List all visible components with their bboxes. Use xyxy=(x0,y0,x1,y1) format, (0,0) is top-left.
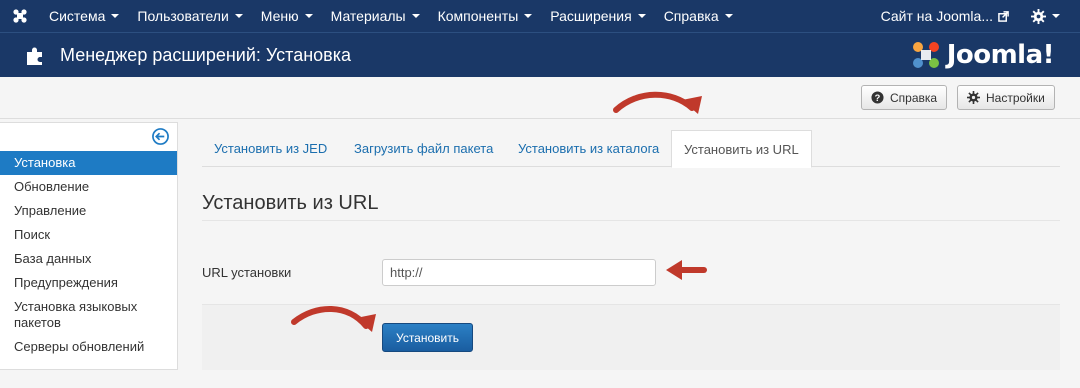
caret-down-icon xyxy=(304,14,313,18)
menu-system[interactable]: Система xyxy=(40,0,128,32)
sidebar-item-install[interactable]: Установка xyxy=(0,151,177,175)
annotation-arrow-icon xyxy=(666,260,707,280)
tab-install-from-url[interactable]: Установить из URL xyxy=(671,130,812,168)
site-link[interactable]: Сайт на Joomla... xyxy=(871,8,1019,24)
puzzle-icon xyxy=(27,47,42,65)
joomla-brand-logo: Joomla! xyxy=(909,38,1055,72)
external-link-icon xyxy=(998,10,1009,22)
caret-down-icon xyxy=(724,14,733,18)
caret-down-icon xyxy=(524,14,533,18)
options-button[interactable]: Настройки xyxy=(957,85,1055,110)
menu-extensions[interactable]: Расширения xyxy=(541,0,654,32)
menu-components[interactable]: Компоненты xyxy=(429,0,542,32)
page-title: Менеджер расширений: Установка xyxy=(60,44,351,65)
install-tabs: Установить из JED Загрузить файл пакета … xyxy=(202,130,1060,168)
joomla-logo-icon[interactable] xyxy=(0,0,40,32)
annotation-arrow-icon xyxy=(613,91,702,114)
menu-menus[interactable]: Меню xyxy=(252,0,322,32)
caret-down-icon xyxy=(234,14,243,18)
navbar-right: Сайт на Joomla... xyxy=(871,0,1080,32)
install-button[interactable]: Установить xyxy=(382,323,473,352)
caret-down-icon xyxy=(411,14,420,18)
tab-upload-package[interactable]: Загрузить файл пакета xyxy=(342,130,505,167)
menu-help[interactable]: Справка xyxy=(655,0,742,32)
main-content: Установить из JED Загрузить файл пакета … xyxy=(202,122,1060,388)
sidebar-item-manage[interactable]: Управление xyxy=(0,199,177,223)
sidebar-items: Установка Обновление Управление Поиск Ба… xyxy=(0,151,177,359)
caret-down-icon xyxy=(637,14,646,18)
sidebar-item-update-sites[interactable]: Серверы обновлений xyxy=(0,335,177,359)
sidebar-item-install-languages[interactable]: Установка языковых пакетов xyxy=(0,295,177,335)
menu-users[interactable]: Пользователи xyxy=(128,0,251,32)
tab-install-from-folder[interactable]: Установить из каталога xyxy=(506,130,671,167)
help-button[interactable]: ? Справка xyxy=(861,85,948,110)
sidebar-toggle[interactable] xyxy=(152,128,169,148)
sidebar-item-database[interactable]: База данных xyxy=(0,247,177,271)
user-settings-menu[interactable] xyxy=(1019,8,1080,24)
annotation-arrow-icon xyxy=(291,306,376,332)
gear-icon xyxy=(967,91,980,104)
section-title: Установить из URL xyxy=(202,192,379,214)
toolbar: ? Справка Настройки xyxy=(0,77,1080,119)
tab-install-from-jed[interactable]: Установить из JED xyxy=(202,130,339,167)
top-navbar: Система Пользователи Меню Материалы Комп… xyxy=(0,0,1080,32)
brand-text: Joomla! xyxy=(946,40,1055,70)
url-field-label: URL установки xyxy=(202,265,292,280)
page-header: Менеджер расширений: Установка Joomla! xyxy=(0,32,1080,77)
caret-down-icon xyxy=(111,14,120,18)
gear-icon xyxy=(1031,8,1046,24)
question-icon: ? xyxy=(871,91,884,104)
joomla-icon xyxy=(912,42,939,68)
url-input[interactable] xyxy=(382,259,656,286)
arrow-left-circle-icon xyxy=(152,128,169,145)
sidebar: Установка Обновление Управление Поиск Ба… xyxy=(0,122,178,370)
main-menu: Система Пользователи Меню Материалы Комп… xyxy=(40,0,742,32)
sidebar-item-warnings[interactable]: Предупреждения xyxy=(0,271,177,295)
divider xyxy=(202,220,1060,221)
caret-down-icon xyxy=(1052,14,1060,18)
sidebar-item-update[interactable]: Обновление xyxy=(0,175,177,199)
menu-content[interactable]: Материалы xyxy=(322,0,429,32)
sidebar-item-discover[interactable]: Поиск xyxy=(0,223,177,247)
svg-text:?: ? xyxy=(875,93,881,103)
